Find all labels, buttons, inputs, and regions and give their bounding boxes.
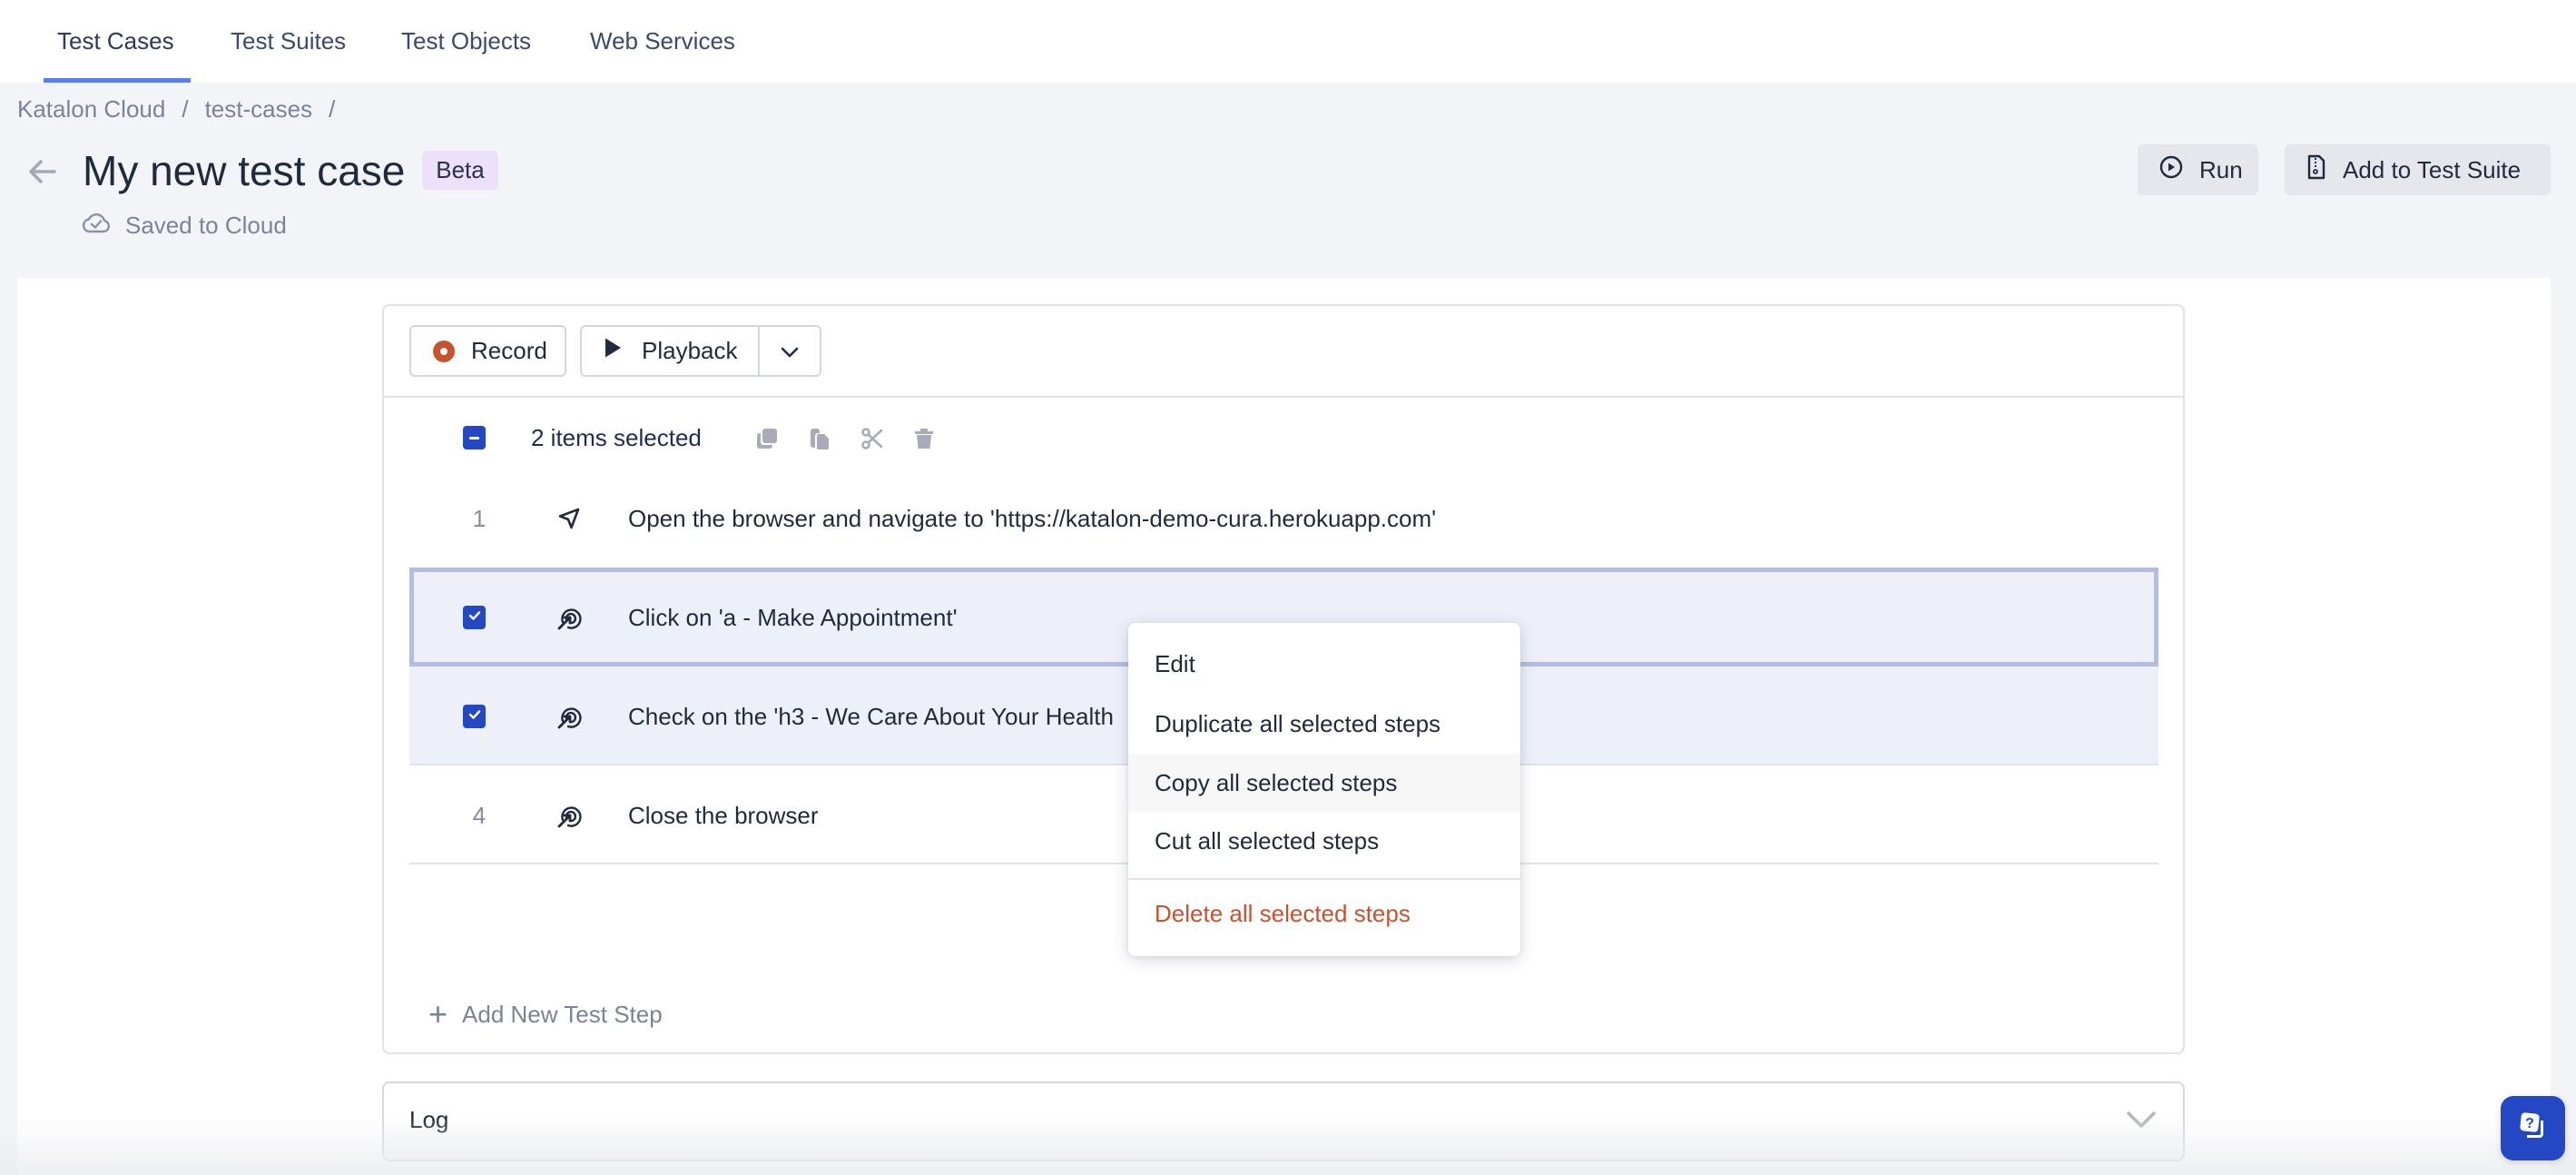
chevron-down-icon[interactable] — [2126, 1110, 2157, 1134]
playback-options-dropdown[interactable] — [760, 327, 820, 375]
step-checkbox[interactable] — [463, 704, 486, 728]
delete-icon[interactable] — [912, 427, 936, 450]
add-new-test-step-button[interactable]: + Add New Test Step — [428, 998, 663, 1031]
toolbar-divider — [382, 396, 2185, 398]
breadcrumb-test-cases[interactable]: test-cases — [205, 95, 313, 123]
check-icon — [468, 609, 481, 626]
cloud-check-icon — [82, 211, 125, 241]
playback-button-group: Playback — [580, 325, 821, 377]
active-tab-indicator — [44, 78, 191, 83]
record-button[interactable]: Record — [409, 325, 566, 377]
playback-button[interactable]: Playback — [582, 327, 760, 375]
breadcrumb-katalon-cloud[interactable]: Katalon Cloud — [17, 95, 165, 123]
navigate-icon — [556, 505, 583, 532]
menu-item-delete-selected[interactable]: Delete all selected steps — [1128, 884, 1520, 943]
play-icon — [604, 337, 642, 365]
step-description[interactable]: Check on the 'h3 - We Care About Your He… — [628, 703, 1114, 731]
help-chat-button[interactable]: ? — [2501, 1096, 2565, 1160]
record-icon — [433, 340, 455, 362]
breadcrumb-separator: / — [182, 94, 189, 123]
indeterminate-icon — [469, 436, 479, 439]
copy-icon[interactable] — [808, 427, 831, 450]
save-status-text: Saved to Cloud — [125, 211, 287, 239]
step-description[interactable]: Open the browser and navigate to 'https:… — [628, 505, 1436, 533]
back-arrow-icon[interactable] — [27, 156, 58, 187]
log-label: Log — [409, 1106, 449, 1133]
step-number: 1 — [472, 504, 487, 532]
menu-item-duplicate-selected[interactable]: Duplicate all selected steps — [1128, 695, 1520, 753]
menu-item-edit[interactable]: Edit — [1128, 635, 1520, 693]
run-label: Run — [2199, 155, 2243, 183]
add-new-test-step-label: Add New Test Step — [462, 1000, 663, 1028]
add-to-test-suite-label: Add to Test Suite — [2343, 155, 2522, 183]
menu-item-copy-selected[interactable]: Copy all selected steps — [1128, 754, 1520, 812]
plus-icon: + — [428, 995, 448, 1032]
check-icon — [468, 708, 481, 725]
click-icon — [556, 802, 583, 829]
step-description[interactable]: Close the browser — [628, 802, 819, 830]
click-icon — [556, 604, 583, 631]
selected-count: 2 items selected — [531, 423, 702, 451]
step-description[interactable]: Click on 'a - Make Appointment' — [628, 604, 958, 632]
context-menu: Edit Duplicate all selected steps Copy a… — [1128, 623, 1520, 956]
select-all-checkbox[interactable] — [463, 426, 486, 449]
page-title: My new test case — [83, 147, 406, 194]
play-circle-icon — [2159, 155, 2199, 185]
top-nav: Test Cases Test Suites Test Objects Web … — [0, 0, 2576, 83]
save-status: Saved to Cloud — [82, 211, 287, 240]
cut-icon[interactable] — [860, 427, 884, 450]
beta-badge: Beta — [422, 151, 498, 190]
tab-web-services[interactable]: Web Services — [590, 0, 735, 83]
step-checkbox[interactable] — [463, 605, 486, 629]
tab-test-cases[interactable]: Test Cases — [57, 0, 174, 83]
playback-label: Playback — [642, 337, 738, 364]
tab-test-objects[interactable]: Test Objects — [401, 0, 531, 83]
record-label: Record — [471, 337, 547, 364]
file-zip-icon — [2306, 154, 2343, 186]
chevron-down-icon — [780, 337, 800, 365]
add-to-test-suite-button[interactable]: Add to Test Suite — [2285, 144, 2551, 195]
duplicate-icon[interactable] — [755, 427, 779, 450]
breadcrumb-separator: / — [329, 94, 336, 123]
breadcrumb: Katalon Cloud / test-cases / — [17, 94, 351, 123]
tab-test-suites[interactable]: Test Suites — [231, 0, 346, 83]
run-button[interactable]: Run — [2138, 144, 2258, 195]
click-icon — [556, 703, 583, 730]
step-number: 4 — [472, 801, 487, 829]
menu-divider — [1128, 878, 1520, 880]
menu-item-cut-selected[interactable]: Cut all selected steps — [1128, 812, 1520, 870]
svg-text:?: ? — [2525, 1116, 2534, 1131]
log-panel-header[interactable] — [382, 1081, 2185, 1161]
help-icon: ? — [2517, 1110, 2550, 1147]
